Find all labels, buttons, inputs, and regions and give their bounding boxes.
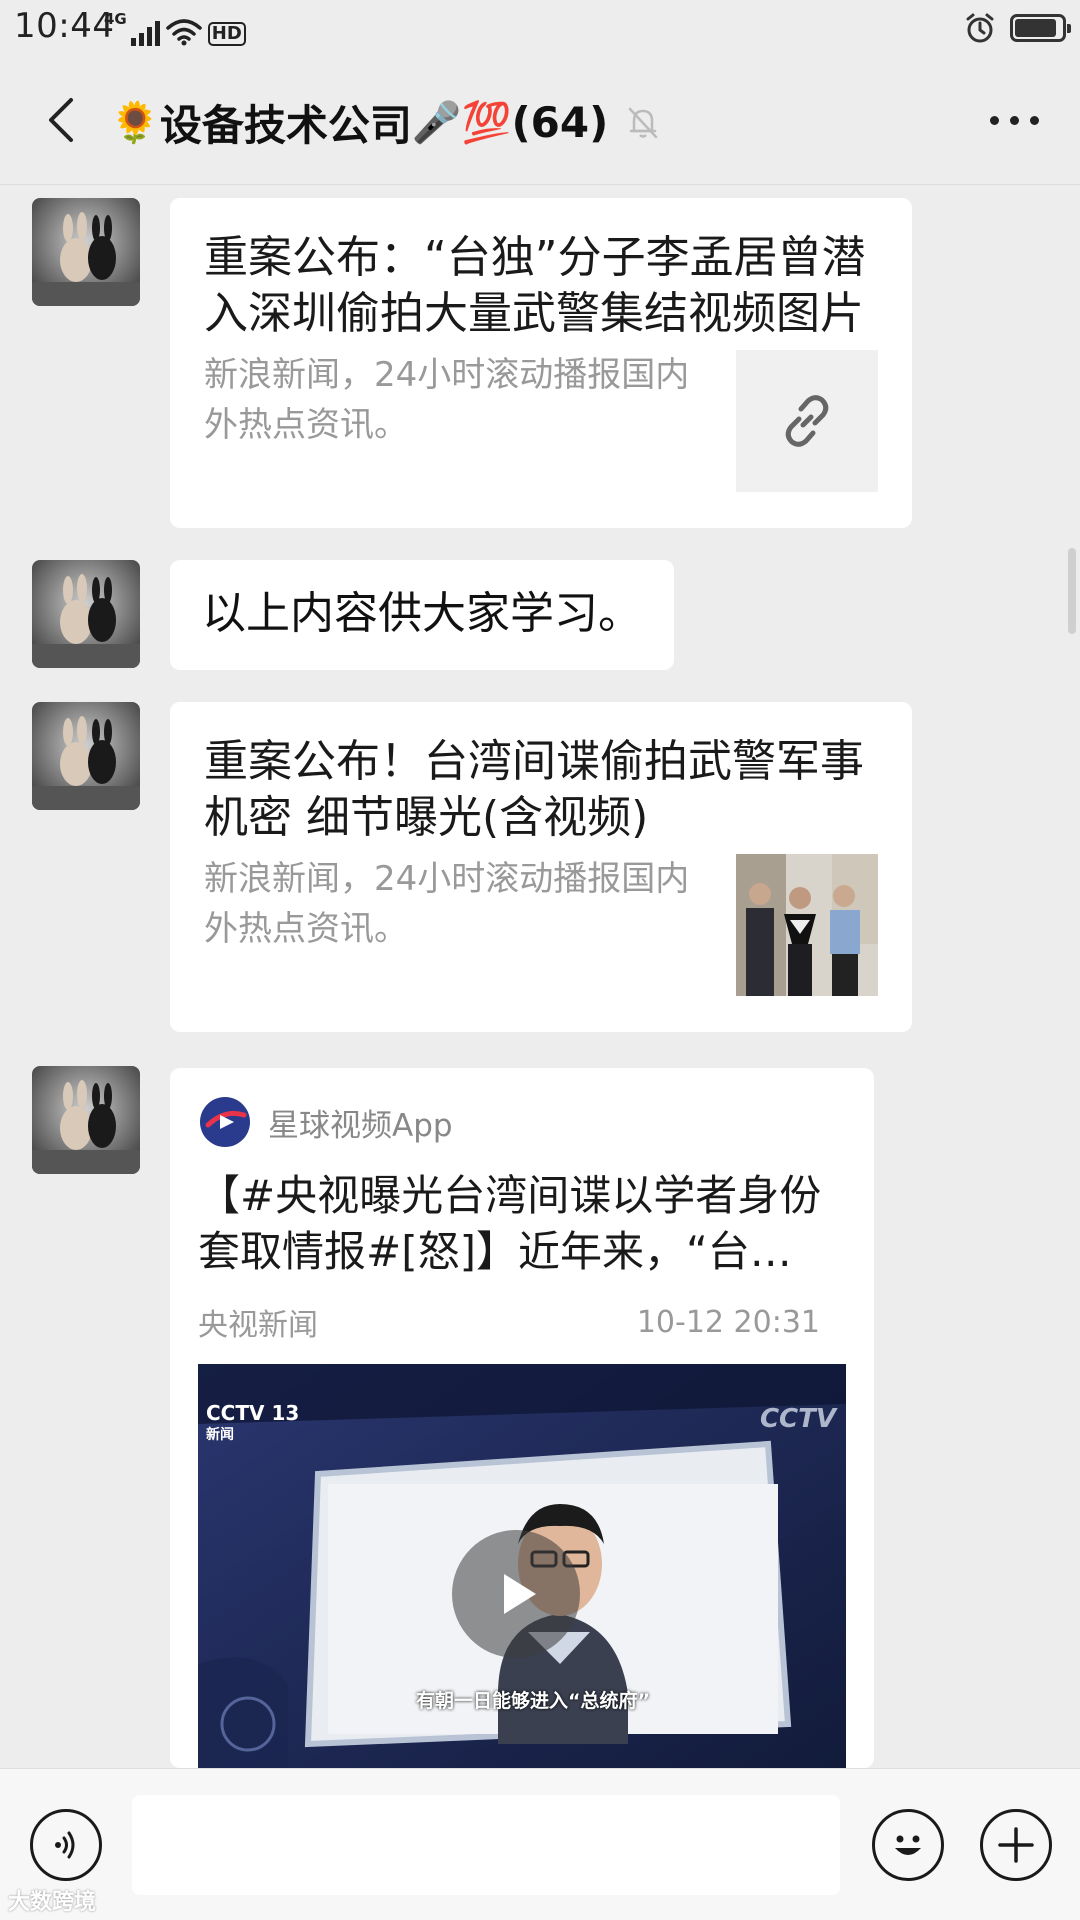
sender-avatar[interactable] [32,560,140,668]
smiley-icon [895,1835,921,1855]
link-card-photo-thumbnail [736,854,878,996]
link-card-title: 重案公布！台湾间谍偷拍武警军事机密 细节曝光(含视频) [204,736,864,843]
video-meta: 央视新闻 10-12 20:31 [198,1300,846,1344]
sender-avatar[interactable] [32,198,140,306]
link-card-thumbnail [736,350,878,492]
status-left-icons: 4G HD [104,10,246,46]
link-card-description: 新浪新闻，24小时滚动播报国内外热点资讯。 [204,859,690,949]
battery-icon [1010,14,1071,42]
video-source: 星球视频App [198,1094,846,1150]
group-name: 设备技术公司 [159,101,412,150]
watermark: 大数跨境 [8,1890,97,1915]
video-title: 【#央视曝光台湾间谍以学者身份套取情报#[怒]】近年来，“台… [198,1171,822,1276]
battery-level [1015,19,1057,37]
status-bar: 10:44 4G HD [0,0,1080,56]
text-message[interactable]: 以上内容供大家学习。 [170,560,674,670]
network-type-label: 4G [104,10,127,28]
sunflower-emoji: 🌻 [110,100,160,146]
mute-bell-icon [626,105,660,141]
play-button[interactable] [452,1530,580,1658]
more-options-button[interactable] [974,98,1054,142]
more-dot-icon [1029,115,1039,125]
chat-screen: 10:44 4G HD 🌻 设备技术公司 🎤💯 (64) 重案公布：“台独”分子… [0,0,1080,1920]
emoji-button[interactable] [872,1809,944,1881]
input-bar [0,1768,1080,1920]
status-right-icons [964,10,1071,46]
link-card-description: 新浪新闻，24小时滚动播报国内外热点资讯。 [204,355,690,445]
sender-avatar[interactable] [32,702,140,810]
member-count: (64) [511,98,609,147]
chat-header: 🌻 设备技术公司 🎤💯 (64) [0,58,1080,182]
chat-title[interactable]: 🌻 设备技术公司 🎤💯 (64) [110,92,660,153]
cctv13-logo: CCTV 13 新闻 [206,1402,299,1446]
more-dot-icon [989,115,999,125]
play-icon [504,1574,536,1614]
link-card[interactable]: 重案公布：“台独”分子李孟居曾潜入深圳偷拍大量武警集结视频图片 新浪新闻，24小… [170,198,912,528]
sender-avatar[interactable] [32,1066,140,1174]
more-functions-button[interactable] [980,1809,1052,1881]
planet-video-app-icon [200,1097,250,1147]
video-publisher: 央视新闻 [198,1308,318,1343]
plus-icon [998,1827,1034,1863]
link-card-title: 重案公布：“台独”分子李孟居曾潜入深圳偷拍大量武警集结视频图片 [204,232,866,339]
link-card-body: 新浪新闻，24小时滚动播报国内外热点资讯。 [204,350,878,500]
video-timestamp: 10-12 20:31 [636,1304,820,1340]
channel-sub: 新闻 [206,1427,234,1443]
message-input[interactable] [132,1795,840,1895]
channel-logo: CCTV 13 [206,1401,300,1425]
hd-badge: HD [207,22,246,46]
link-card[interactable]: 重案公布！台湾间谍偷拍武警军事机密 细节曝光(含视频) 新浪新闻，24小时滚动播… [170,702,912,1032]
back-button[interactable] [28,88,92,152]
status-time: 10:44 [14,6,115,46]
header-divider [0,184,1080,185]
video-thumbnail[interactable]: CCTV 13 新闻 CCTV 有朝一日能够进入“总统府” [198,1364,846,1768]
chevron-left-icon [49,98,73,142]
link-card-body: 新浪新闻，24小时滚动播报国内外热点资讯。 [204,854,878,1004]
video-caption: 有朝一日能够进入“总统府” [416,1690,650,1712]
source-app-name: 星球视频App [268,1107,453,1144]
cctv-brand-logo: CCTV [759,1404,836,1434]
voice-button[interactable] [30,1809,102,1881]
link-icon [785,395,829,447]
alarm-icon [966,13,994,43]
wifi-icon [166,19,202,46]
voice-icon [55,1831,75,1859]
scrollbar[interactable] [1068,548,1076,634]
title-emoji: 🎤💯 [411,100,512,146]
more-dot-icon [1009,115,1019,125]
video-share-card[interactable]: 星球视频App 【#央视曝光台湾间谍以学者身份套取情报#[怒]】近年来，“台… … [170,1068,874,1768]
signal-icon [130,20,160,46]
